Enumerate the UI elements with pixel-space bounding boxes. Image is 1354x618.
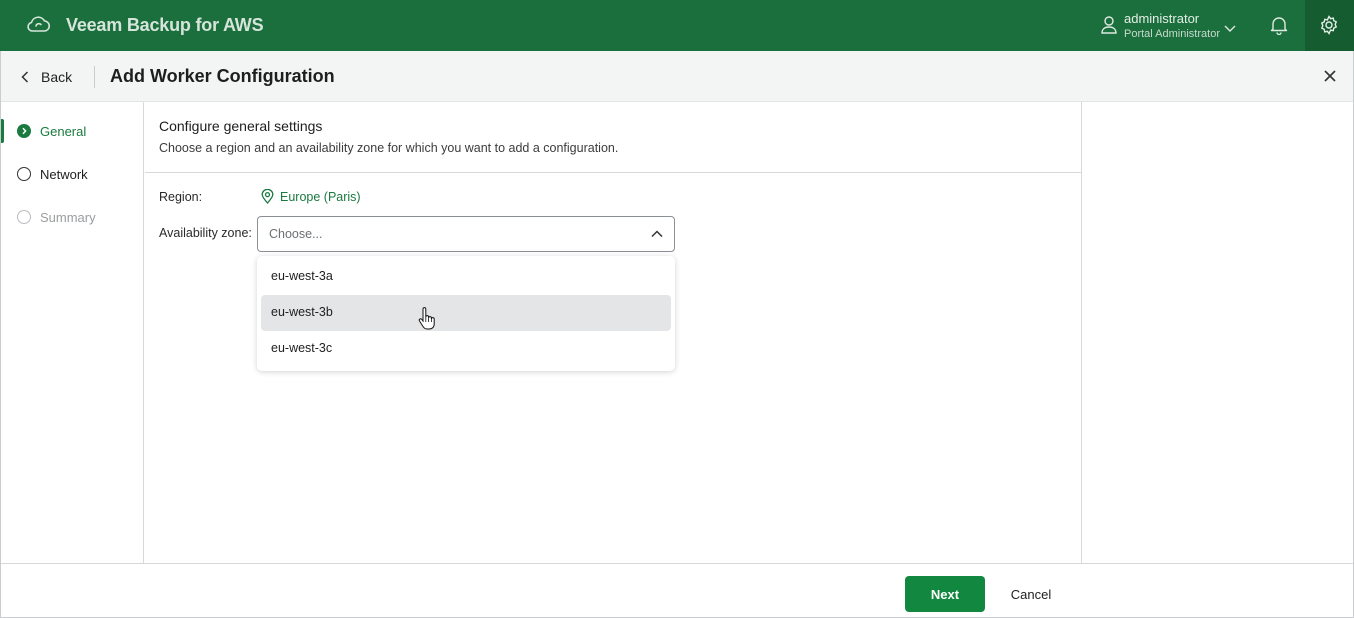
wizard-titlebar: Back Add Worker Configuration <box>1 51 1353 102</box>
availability-zone-dropdown: eu-west-3a eu-west-3b eu-west-3c <box>257 256 675 371</box>
page-title: Add Worker Configuration <box>110 66 335 86</box>
step-summary: Summary <box>1 205 143 229</box>
availability-zone-label: Availability zone: <box>159 226 252 240</box>
app-title: Veeam Backup for AWS <box>66 15 264 35</box>
top-header: Veeam Backup for AWS administrator Porta… <box>0 0 1354 51</box>
user-name[interactable]: administrator <box>1124 11 1199 26</box>
wizard-footer: Next Cancel <box>1 563 1353 617</box>
availability-zone-select[interactable]: Choose... <box>257 216 675 252</box>
option-label: eu-west-3a <box>271 269 333 283</box>
region-text: Europe (Paris) <box>280 189 361 204</box>
dropdown-option[interactable]: eu-west-3c <box>261 331 671 367</box>
step-done-icon <box>17 124 31 138</box>
hand-cursor-icon <box>418 307 435 330</box>
cancel-button[interactable]: Cancel <box>993 576 1069 612</box>
dropdown-option[interactable]: eu-west-3a <box>261 259 671 295</box>
wizard-steps: General Network Summary <box>1 102 144 563</box>
region-value: Europe (Paris) <box>261 189 361 204</box>
select-placeholder: Choose... <box>269 227 323 241</box>
cloud-icon <box>24 12 52 38</box>
option-label: eu-west-3c <box>271 341 333 355</box>
panel-divider <box>1081 102 1082 563</box>
divider <box>94 66 95 88</box>
section-title: Configure general settings <box>159 118 323 134</box>
step-circle-icon <box>17 167 31 181</box>
section-description: Choose a region and an availability zone… <box>159 141 619 155</box>
option-label: eu-west-3b <box>271 305 333 319</box>
step-label: Summary <box>40 209 96 225</box>
back-button[interactable]: Back <box>21 68 72 86</box>
user-role: Portal Administrator <box>1124 28 1220 40</box>
back-label: Back <box>41 69 73 85</box>
settings-button[interactable] <box>1305 0 1354 51</box>
gear-icon <box>1320 15 1338 35</box>
step-general[interactable]: General <box>1 119 143 143</box>
step-circle-icon <box>17 210 31 224</box>
bell-icon[interactable] <box>1270 15 1288 36</box>
divider <box>145 172 1081 173</box>
location-pin-icon <box>261 189 274 204</box>
region-label: Region: <box>159 190 203 204</box>
step-label: Network <box>40 166 88 182</box>
user-icon[interactable] <box>1100 15 1118 35</box>
chevron-down-icon[interactable] <box>1224 20 1236 32</box>
chevron-up-icon <box>651 230 663 238</box>
next-button[interactable]: Next <box>905 576 985 612</box>
chevron-left-icon <box>21 71 29 83</box>
dropdown-option-hovered[interactable]: eu-west-3b <box>261 295 671 331</box>
step-label: General <box>40 123 87 139</box>
step-network[interactable]: Network <box>1 162 143 186</box>
active-step-marker <box>1 119 4 143</box>
close-icon[interactable] <box>1323 69 1337 83</box>
